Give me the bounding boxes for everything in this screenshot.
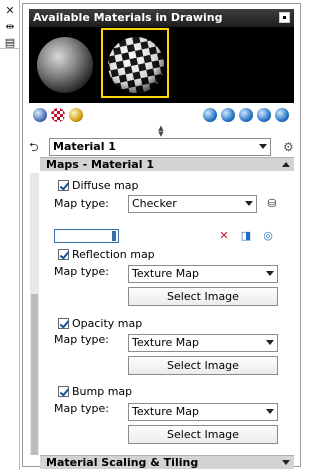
maps-section-header[interactable]: Maps - Material 1 <box>40 157 294 171</box>
bump-map-checkbox-box[interactable] <box>58 386 69 397</box>
chevron-down-icon <box>259 144 267 149</box>
apply-material-icon[interactable] <box>239 108 253 122</box>
scaling-section-title: Material Scaling & Tiling <box>46 456 199 469</box>
light-sphere-icon[interactable] <box>69 108 83 122</box>
close-icon[interactable]: ✕ <box>3 4 17 18</box>
material-settings-icon[interactable] <box>257 108 271 122</box>
bump-select-image-label: Select Image <box>167 428 239 441</box>
bump-select-image-button[interactable]: Select Image <box>128 425 278 444</box>
diffuse-map-type-select[interactable]: Checker <box>128 195 257 213</box>
opacity-map-type-value: Texture Map <box>132 336 199 349</box>
reflection-map-label: Reflection map <box>72 248 155 261</box>
diffuse-map-type-value: Checker <box>132 197 177 210</box>
scrollbar-thumb[interactable] <box>31 294 38 455</box>
maps-scrollbar[interactable] <box>30 173 39 455</box>
diffuse-map-label: Diffuse map <box>72 179 139 192</box>
globe-icon[interactable] <box>203 108 217 122</box>
diffuse-blend-slider[interactable] <box>54 229 119 243</box>
chevron-down-icon <box>245 201 253 206</box>
reflection-map-type-value: Texture Map <box>132 267 199 280</box>
delete-map-icon[interactable]: ✕ <box>217 229 231 243</box>
bump-map-type-select[interactable]: Texture Map <box>128 403 278 421</box>
chevron-down-icon <box>266 340 274 345</box>
palette-title-strip: ✕ ⇹ ▤ <box>0 0 20 470</box>
material-toolbar <box>29 108 294 124</box>
material-editor-icon[interactable]: ⚙ <box>283 140 297 154</box>
materials-header-title: Available Materials in Drawing <box>33 11 223 24</box>
scaling-section-header[interactable]: Material Scaling & Tiling <box>40 455 294 469</box>
map-settings-icon[interactable]: ◎ <box>261 229 275 243</box>
slider-knob[interactable] <box>112 231 116 241</box>
diffuse-map-type-label: Map type: <box>54 197 109 210</box>
material-swatch-area <box>29 27 294 103</box>
opacity-map-type-label: Map type: <box>54 333 109 346</box>
maps-section-body: Diffuse map Map type: Checker ⛁ ✕ ◨ ◎ Re… <box>40 173 294 455</box>
reflection-select-image-label: Select Image <box>167 290 239 303</box>
bump-map-type-value: Texture Map <box>132 405 199 418</box>
expand-icon <box>282 460 290 465</box>
reflection-select-image-button[interactable]: Select Image <box>128 287 278 306</box>
diffuse-map-checkbox-box[interactable] <box>58 180 69 191</box>
material-selector-row: ⮌ Material 1 ⚙ <box>29 136 294 158</box>
swatch-checker-sphere[interactable] <box>101 28 169 98</box>
opacity-map-label: Opacity map <box>72 317 143 330</box>
opacity-map-type-select[interactable]: Texture Map <box>128 334 278 352</box>
reflection-map-type-label: Map type: <box>54 265 109 278</box>
strip-divider <box>0 48 20 49</box>
export-icon[interactable] <box>275 108 289 122</box>
toggle-view-icon[interactable] <box>279 12 290 23</box>
materials-palette: Available Materials in Drawing ▲ ▼ ⮌ Mat… <box>22 3 301 469</box>
chevron-down-icon <box>266 271 274 276</box>
material-name-value: Material 1 <box>53 140 116 153</box>
map-preview-icon[interactable]: ◨ <box>239 229 253 243</box>
auto-hide-icon[interactable]: ⇹ <box>3 20 17 34</box>
edit-map-icon[interactable]: ⛁ <box>265 197 279 211</box>
opacity-select-image-button[interactable]: Select Image <box>128 356 278 375</box>
delete-material-icon[interactable] <box>221 108 235 122</box>
opacity-map-checkbox-box[interactable] <box>58 318 69 329</box>
reflection-map-checkbox-box[interactable] <box>58 249 69 260</box>
bump-map-label: Bump map <box>72 385 133 398</box>
pick-material-icon[interactable]: ⮌ <box>29 140 43 154</box>
swatch-gray-sphere[interactable] <box>31 29 99 99</box>
materials-header: Available Materials in Drawing <box>29 9 294 27</box>
maps-section-title: Maps - Material 1 <box>46 158 154 171</box>
checker-icon[interactable] <box>51 108 65 122</box>
bump-map-type-label: Map type: <box>54 402 109 415</box>
material-name-combo[interactable]: Material 1 <box>49 138 271 156</box>
collapse-icon <box>282 162 290 167</box>
sphere-icon[interactable] <box>33 108 47 122</box>
opacity-select-image-label: Select Image <box>167 359 239 372</box>
reflection-map-type-select[interactable]: Texture Map <box>128 265 278 283</box>
chevron-down-icon <box>266 409 274 414</box>
